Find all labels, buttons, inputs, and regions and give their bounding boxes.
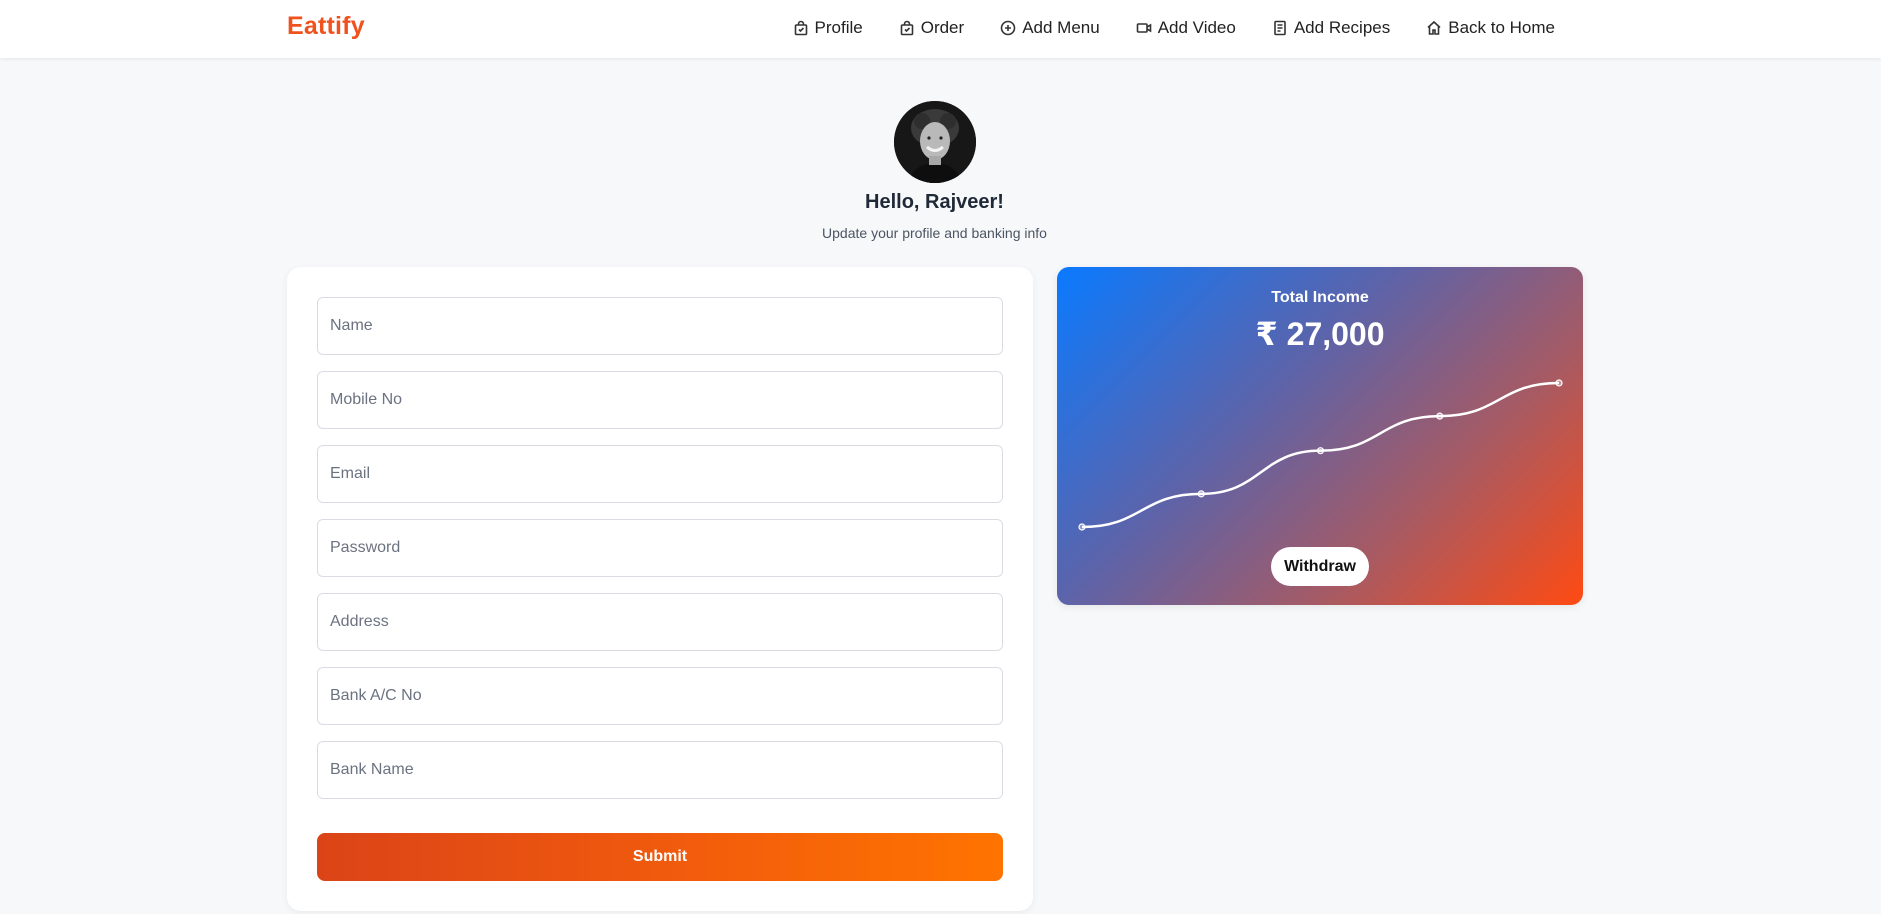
nav-profile-label: Profile — [814, 18, 863, 37]
withdraw-button[interactable]: Withdraw — [1271, 547, 1369, 586]
nav-add-recipes[interactable]: Add Recipes — [1272, 18, 1390, 38]
plus-circle-icon — [1000, 20, 1016, 36]
name-field[interactable] — [317, 297, 1003, 355]
income-card: Total Income ₹ 27,000 Withdraw — [1057, 267, 1583, 605]
mobile-field[interactable] — [317, 371, 1003, 429]
nav-add-menu-label: Add Menu — [1022, 18, 1100, 37]
nav-back-home-label: Back to Home — [1448, 18, 1555, 37]
submit-button[interactable]: Submit — [317, 833, 1003, 881]
home-icon — [1427, 20, 1441, 35]
avatar-photo — [894, 101, 976, 183]
income-title: Total Income — [1271, 289, 1369, 306]
avatar — [894, 101, 976, 183]
profile-form-card: Submit — [287, 267, 1033, 911]
nav-profile[interactable]: Profile — [793, 18, 863, 38]
bag-check-icon — [900, 20, 914, 36]
shopping-bag-icon — [794, 20, 807, 36]
address-field[interactable] — [317, 593, 1003, 651]
income-point-5 — [1555, 379, 1563, 387]
bank-account-field[interactable] — [317, 667, 1003, 725]
income-point-2 — [1197, 490, 1205, 498]
income-line — [1081, 381, 1560, 529]
brand-logo[interactable]: Eattify — [287, 12, 365, 41]
nav-add-recipes-label: Add Recipes — [1293, 18, 1391, 37]
nav-add-video-label: Add Video — [1157, 18, 1236, 37]
bank-name-field[interactable] — [317, 741, 1003, 799]
income-point-1 — [1078, 523, 1086, 531]
nav-add-menu[interactable]: Add Menu — [1000, 18, 1100, 38]
video-camera-icon — [1136, 23, 1151, 33]
greeting-heading: Hello, Rajveer! — [865, 191, 1004, 213]
income-point-4 — [1436, 412, 1444, 420]
nav-order-label: Order — [920, 18, 965, 37]
income-amount: ₹ 27,000 — [1255, 316, 1385, 352]
top-navbar: Eattify Profile Order Add Menu Add Video… — [0, 0, 1881, 58]
recipe-list-icon — [1274, 20, 1286, 36]
nav-order[interactable]: Order — [899, 18, 964, 38]
nav-back-home[interactable]: Back to Home — [1426, 18, 1555, 38]
password-field[interactable] — [317, 519, 1003, 577]
nav-add-video[interactable]: Add Video — [1136, 18, 1236, 38]
nav-links: Profile Order Add Menu Add Video Add Rec… — [793, 18, 1555, 38]
email-field[interactable] — [317, 445, 1003, 503]
profile-subtitle: Update your profile and banking info — [822, 225, 1047, 241]
income-point-3 — [1316, 447, 1325, 455]
